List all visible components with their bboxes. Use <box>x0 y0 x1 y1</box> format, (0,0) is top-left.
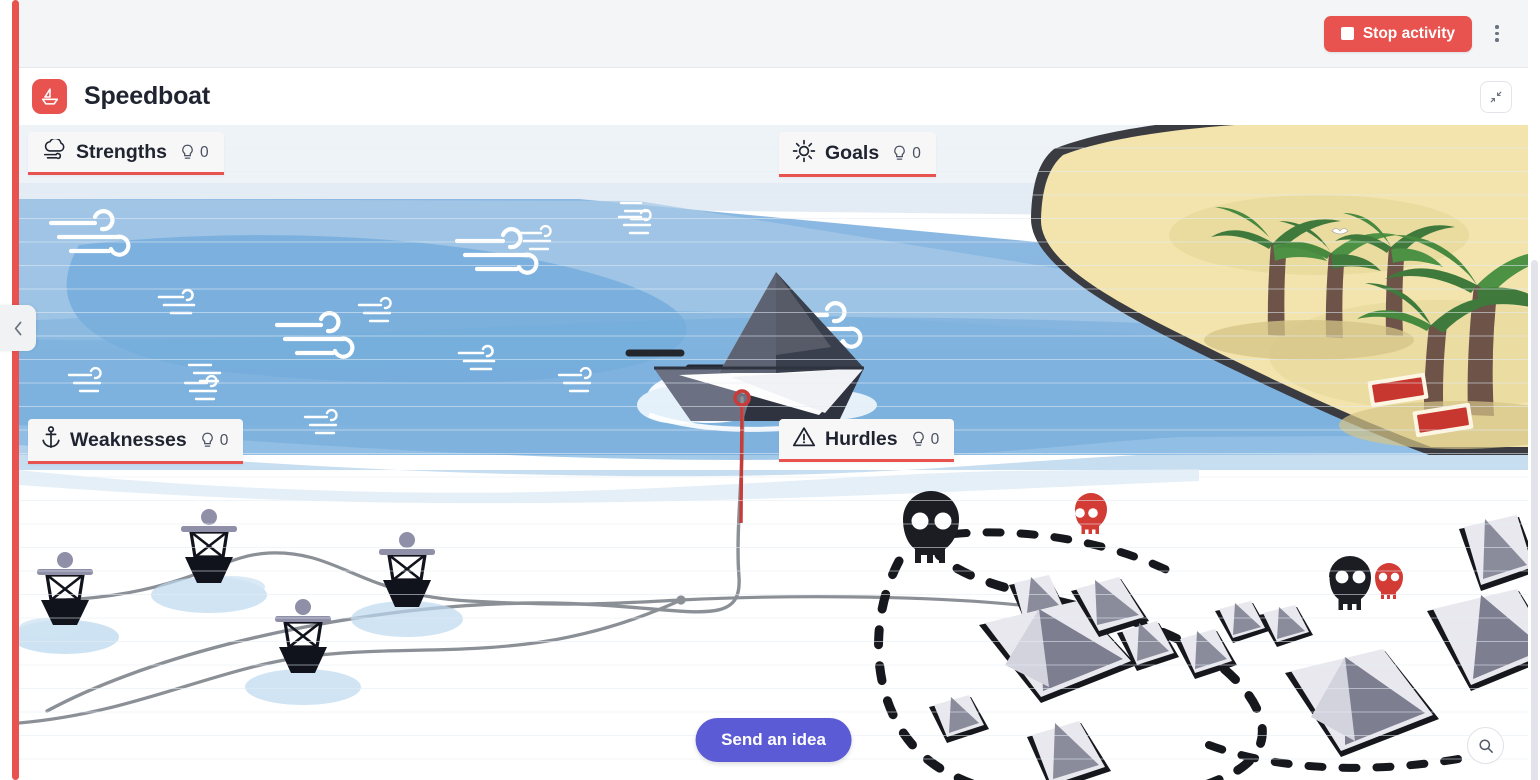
tab-strengths[interactable]: Strengths 0 <box>28 132 224 175</box>
lightbulb-icon <box>182 144 193 159</box>
tab-label: Weaknesses <box>70 429 187 451</box>
anchor-icon <box>41 426 61 455</box>
page-title: Speedboat <box>84 82 210 110</box>
speedboat-activity-window: Stop activity Speedboat Strengths 0 Goal… <box>0 0 1540 780</box>
lightbulb-icon <box>894 145 905 160</box>
vertical-scrollbar-track[interactable] <box>1528 125 1540 780</box>
activity-header: Speedboat <box>19 68 1528 125</box>
tab-count: 0 <box>219 431 229 449</box>
stop-activity-button[interactable]: Stop activity <box>1323 15 1472 52</box>
idea-count: 0 <box>181 144 209 162</box>
lightbulb-icon <box>912 431 924 446</box>
idea-count: 0 <box>912 430 940 449</box>
tab-label: Hurdles <box>825 428 898 450</box>
magnifier-icon[interactable] <box>1467 727 1504 764</box>
top-toolbar: Stop activity <box>19 0 1528 68</box>
idea-count: 0 <box>201 431 229 450</box>
tab-label: Goals <box>825 142 880 164</box>
tab-weaknesses[interactable]: Weaknesses 0 <box>28 419 244 464</box>
tab-label: Strengths <box>76 141 168 163</box>
warning-triangle-icon <box>792 426 816 453</box>
wind-cloud-icon <box>41 137 67 166</box>
vertical-scrollbar-thumb[interactable] <box>1531 260 1538 780</box>
sun-icon <box>792 139 816 168</box>
idea-count: 0 <box>893 145 921 163</box>
kebab-dot <box>1495 31 1499 36</box>
speedboat-illustration <box>19 125 1528 780</box>
tab-count: 0 <box>200 143 209 161</box>
kebab-dot <box>1495 25 1499 29</box>
left-accent-rail <box>12 0 19 780</box>
tab-goals[interactable]: Goals 0 <box>779 132 936 177</box>
sailboat-icon <box>32 79 67 114</box>
kebab-dot <box>1495 38 1499 42</box>
tab-count: 0 <box>930 430 940 448</box>
speedboat-canvas[interactable]: Strengths 0 Goals 0 Weaknesses 0 Hurdles… <box>19 125 1528 780</box>
shrink-arrows-icon[interactable] <box>1480 80 1512 113</box>
chevron-left-icon <box>14 321 21 335</box>
lightbulb-icon <box>201 432 213 447</box>
kebab-menu-icon[interactable] <box>1482 16 1512 52</box>
send-idea-button[interactable]: Send an idea <box>695 718 852 762</box>
collapse-panel-handle[interactable] <box>0 305 36 351</box>
tab-count: 0 <box>912 144 921 162</box>
stop-square-icon <box>1340 27 1354 40</box>
tab-hurdles[interactable]: Hurdles 0 <box>779 419 955 462</box>
stop-activity-label: Stop activity <box>1362 24 1455 42</box>
